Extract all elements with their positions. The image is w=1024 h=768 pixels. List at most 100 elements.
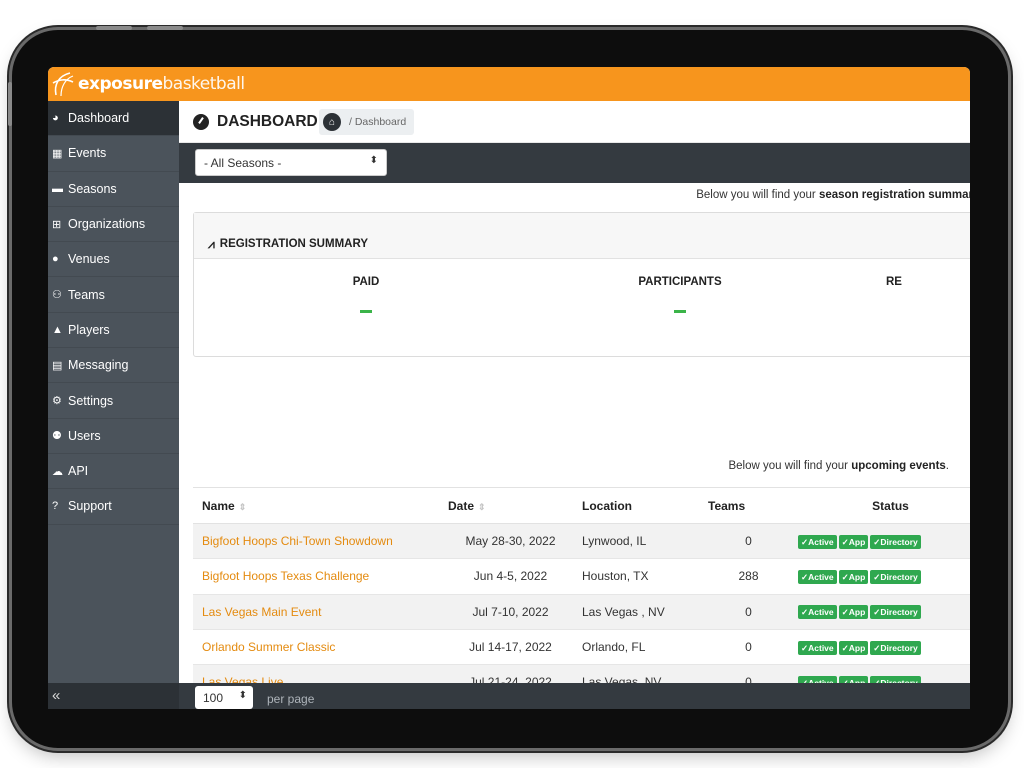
per-page-value: 100 <box>203 691 224 705</box>
cell-date: Jul 14-17, 2022 <box>439 629 573 666</box>
sidebar-item-players[interactable]: ▲ Players <box>48 313 179 349</box>
select-caret-icon: ⬍ <box>369 155 378 166</box>
table-header-row: Name ⇕ Date ⇕ Location Teams Status <box>193 487 970 524</box>
column-header-label: Date <box>448 498 475 513</box>
status-badge[interactable]: ✓Directory <box>870 534 921 549</box>
tablet-button <box>147 26 183 30</box>
cell-name: Bigfoot Hoops Texas Challenge <box>193 558 439 595</box>
status-badge[interactable]: ✓Active <box>798 640 837 655</box>
events-intro-suffix: . <box>945 460 949 472</box>
sidebar-item-seasons[interactable]: ▬ Seasons <box>48 172 179 207</box>
event-name-link[interactable]: Bigfoot Hoops Texas Challenge <box>202 569 369 583</box>
registration-summary-title: REGISTRATION SUMMARY <box>219 238 369 250</box>
status-badge[interactable]: ✓App <box>838 534 869 549</box>
cell-location: Orlando, FL <box>573 629 699 666</box>
sidebar-collapse-button[interactable]: « <box>48 683 179 709</box>
sidebar-item-organizations[interactable]: ⊞ Organizations <box>48 207 179 243</box>
sidebar-item-settings[interactable]: ⚙ Settings <box>48 383 179 419</box>
per-page-select[interactable]: 100 ⬍ <box>195 686 253 709</box>
season-select-value: - All Seasons - <box>204 156 282 170</box>
sidebar: ◕ Dashboard ▦ Events ▬ Seasons ⊞ Organizations ●… <box>48 101 179 709</box>
table-row: Bigfoot Hoops Chi-Town Showdown May 28-30… <box>193 523 970 560</box>
status-badge[interactable]: ✓Directory <box>870 640 921 655</box>
page-header: DASHBOARD ⌂ / Dashboard <box>179 101 970 143</box>
column-header-status: Status <box>789 487 970 524</box>
cogs-icon: ⚙ <box>52 395 62 408</box>
status-badge[interactable]: ✓Active <box>798 605 837 620</box>
status-badge[interactable]: ✓App <box>838 605 869 620</box>
event-location: Las Vegas , NV <box>582 604 665 619</box>
stat-empty-dash <box>674 310 686 313</box>
sidebar-item-venues[interactable]: ● Venues <box>48 242 179 278</box>
cloud-icon: ☁ <box>52 465 63 478</box>
stat-participants: PARTICIPANTS <box>580 276 780 313</box>
event-name-link[interactable]: Bigfoot Hoops Chi-Town Showdown <box>202 534 393 548</box>
sidebar-item-support[interactable]: ? Support <box>48 489 179 525</box>
cell-status: ✓Active✓App✓Directory <box>789 558 970 595</box>
column-header-label: Teams <box>708 498 746 513</box>
cell-name: Bigfoot Hoops Chi-Town Showdown <box>193 523 439 560</box>
event-name-link[interactable]: Orlando Summer Classic <box>202 640 335 654</box>
cell-name: Orlando Summer Classic <box>193 629 439 666</box>
events-intro-bold: upcoming events <box>851 460 946 472</box>
column-header-date[interactable]: Date ⇕ <box>439 487 573 524</box>
sidebar-item-label: Venues <box>68 252 110 267</box>
calendar-alt-icon: ▬ <box>52 182 63 195</box>
event-teams: 288 <box>738 569 759 584</box>
sort-icon[interactable]: ⇕ <box>239 502 247 512</box>
event-teams: 0 <box>745 640 752 655</box>
season-select[interactable]: - All Seasons - ⬍ <box>195 149 387 176</box>
top-bar: exposure basketball <box>48 67 970 101</box>
column-header-location: Location <box>573 487 699 524</box>
line-chart-icon: ⩘ <box>208 236 215 251</box>
main-content: DASHBOARD ⌂ / Dashboard - All Seasons - … <box>179 101 970 709</box>
cell-teams: 288 <box>699 558 789 595</box>
cell-teams: 0 <box>699 629 789 666</box>
status-badge[interactable]: ✓Directory <box>870 569 921 584</box>
page-title-text: DASHBOARD <box>217 113 318 130</box>
sidebar-item-dashboard[interactable]: ◕ Dashboard <box>48 101 179 137</box>
sidebar-item-label: Events <box>68 146 107 161</box>
cell-name: Las Vegas Main Event <box>193 594 439 630</box>
group-icon: ⚇ <box>52 289 62 302</box>
cell-teams: 0 <box>699 523 789 560</box>
sidebar-item-messaging[interactable]: ▤ Messaging <box>48 348 179 384</box>
sidebar-item-api[interactable]: ☁ API <box>48 454 179 490</box>
event-teams: 0 <box>745 604 752 619</box>
status-badge[interactable]: ✓App <box>838 640 869 655</box>
sidebar-item-users[interactable]: ⚉ Users <box>48 419 179 454</box>
gauge-icon: ◕ <box>52 112 59 125</box>
sidebar-item-teams[interactable]: ⚇ Teams <box>48 277 179 313</box>
events-table: Name ⇕ Date ⇕ Location Teams Status Bigfoo… <box>193 487 970 709</box>
sort-icon[interactable]: ⇕ <box>478 502 486 512</box>
column-header-name[interactable]: Name ⇕ <box>193 487 439 524</box>
sidebar-item-events[interactable]: ▦ Events <box>48 136 179 172</box>
sidebar-item-label: Dashboard <box>68 111 130 126</box>
table-row: Orlando Summer Classic Jul 14-17, 2022 Orl… <box>193 629 970 666</box>
status-badge[interactable]: ✓Active <box>798 569 837 584</box>
event-date: Jul 14-17, 2022 <box>469 640 552 655</box>
pagination-bar: 100 ⬍ per page <box>179 683 970 709</box>
tablet-button <box>96 26 132 30</box>
sidebar-item-label: Players <box>68 322 110 337</box>
sidebar-item-label: API <box>68 464 89 479</box>
sidebar-item-label: Messaging <box>68 358 129 373</box>
status-badge[interactable]: ✓Directory <box>870 605 921 620</box>
stat-label: RE <box>886 276 902 288</box>
status-badge[interactable]: ✓Active <box>798 534 837 549</box>
status-badge[interactable]: ✓App <box>838 569 869 584</box>
sidebar-item-label: Organizations <box>68 217 146 232</box>
season-intro-text: Below you will find your season registra… <box>696 189 970 201</box>
calendar-icon: ▦ <box>52 147 63 160</box>
season-intro-bold: season registration summar <box>818 189 970 201</box>
event-name-link[interactable]: Las Vegas Main Event <box>202 605 321 619</box>
cell-location: Las Vegas , NV <box>573 594 699 630</box>
sidebar-item-label: Users <box>68 428 101 443</box>
registration-summary-header: ⩘ REGISTRATION SUMMARY <box>194 213 970 259</box>
home-icon[interactable]: ⌂ <box>323 113 341 131</box>
question-circle-icon: ? <box>52 500 59 513</box>
registration-summary-card: ⩘ REGISTRATION SUMMARY PAID PARTICIPANTS… <box>193 212 970 357</box>
brand-logo[interactable]: exposure basketball <box>52 70 245 98</box>
sitemap-icon: ⊞ <box>52 218 62 231</box>
stat-empty-dash <box>360 310 372 313</box>
